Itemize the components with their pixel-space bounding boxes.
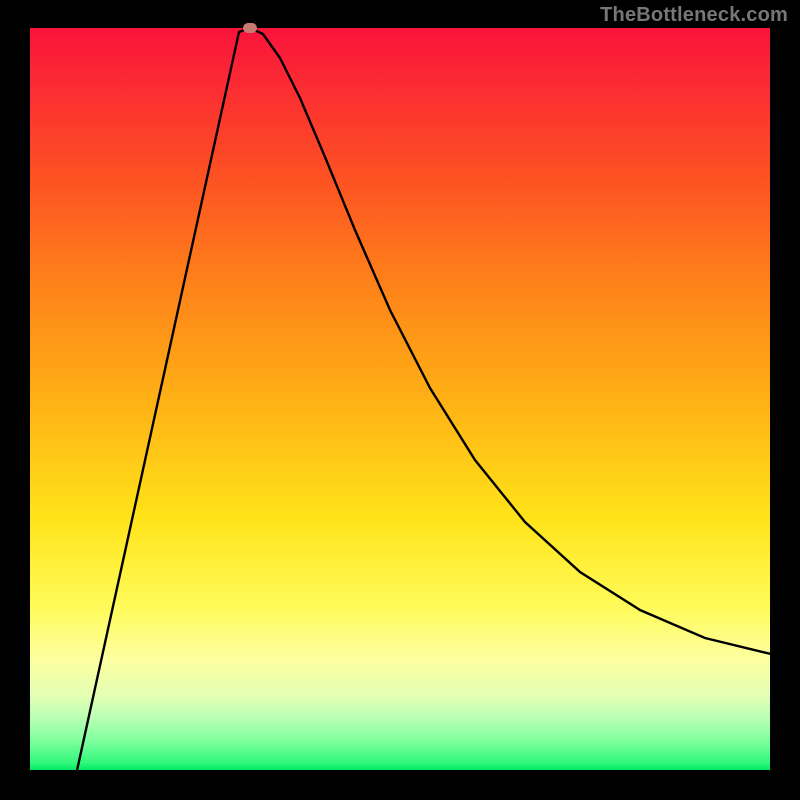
- watermark-text: TheBottleneck.com: [600, 4, 788, 27]
- chart-frame: TheBottleneck.com: [0, 0, 800, 800]
- bottleneck-curve: [76, 28, 770, 770]
- plot-area: [30, 28, 770, 770]
- min-marker: [243, 23, 257, 33]
- curve-svg: [30, 28, 770, 770]
